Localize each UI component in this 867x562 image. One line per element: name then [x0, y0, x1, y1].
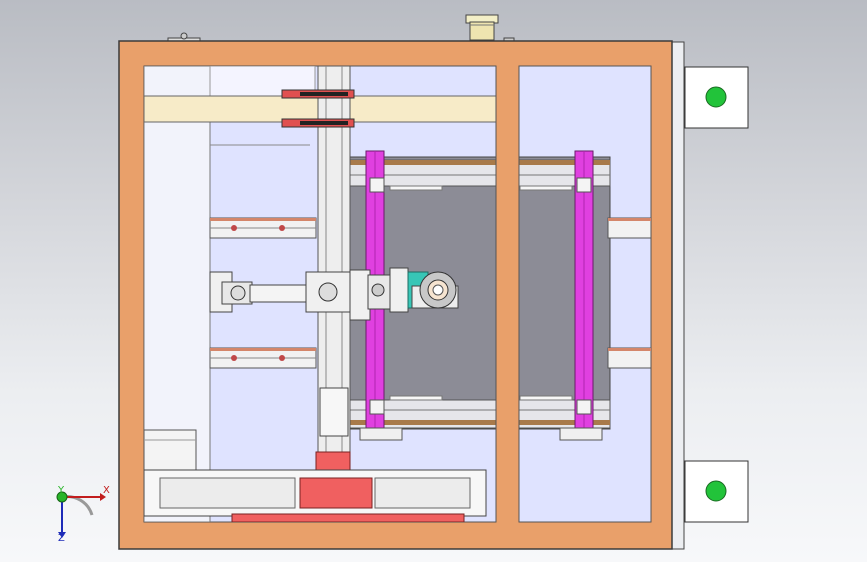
- green-dot-icon: [705, 86, 727, 108]
- right-tab-bottom: [684, 460, 749, 523]
- spool-mount: [389, 267, 459, 313]
- triad-z-label: Z: [58, 533, 65, 544]
- cad-viewport[interactable]: X Y Z: [0, 0, 867, 562]
- green-dot-icon: [705, 480, 727, 502]
- grid-top: [349, 159, 611, 191]
- triad-x-label: X: [103, 485, 110, 496]
- coordinate-triad: [56, 491, 106, 538]
- frame-side-rail: [671, 41, 685, 550]
- right-tab-top: [684, 66, 749, 129]
- grid-bottom: [349, 395, 611, 429]
- bottom-left-box: [144, 429, 197, 471]
- center-mullion: [496, 66, 519, 522]
- assembly-drawing: [56, 14, 749, 550]
- top-knob-icon: [465, 14, 499, 41]
- bottom-linear-actuator: [144, 469, 487, 522]
- triad-y-label: Y: [58, 485, 65, 496]
